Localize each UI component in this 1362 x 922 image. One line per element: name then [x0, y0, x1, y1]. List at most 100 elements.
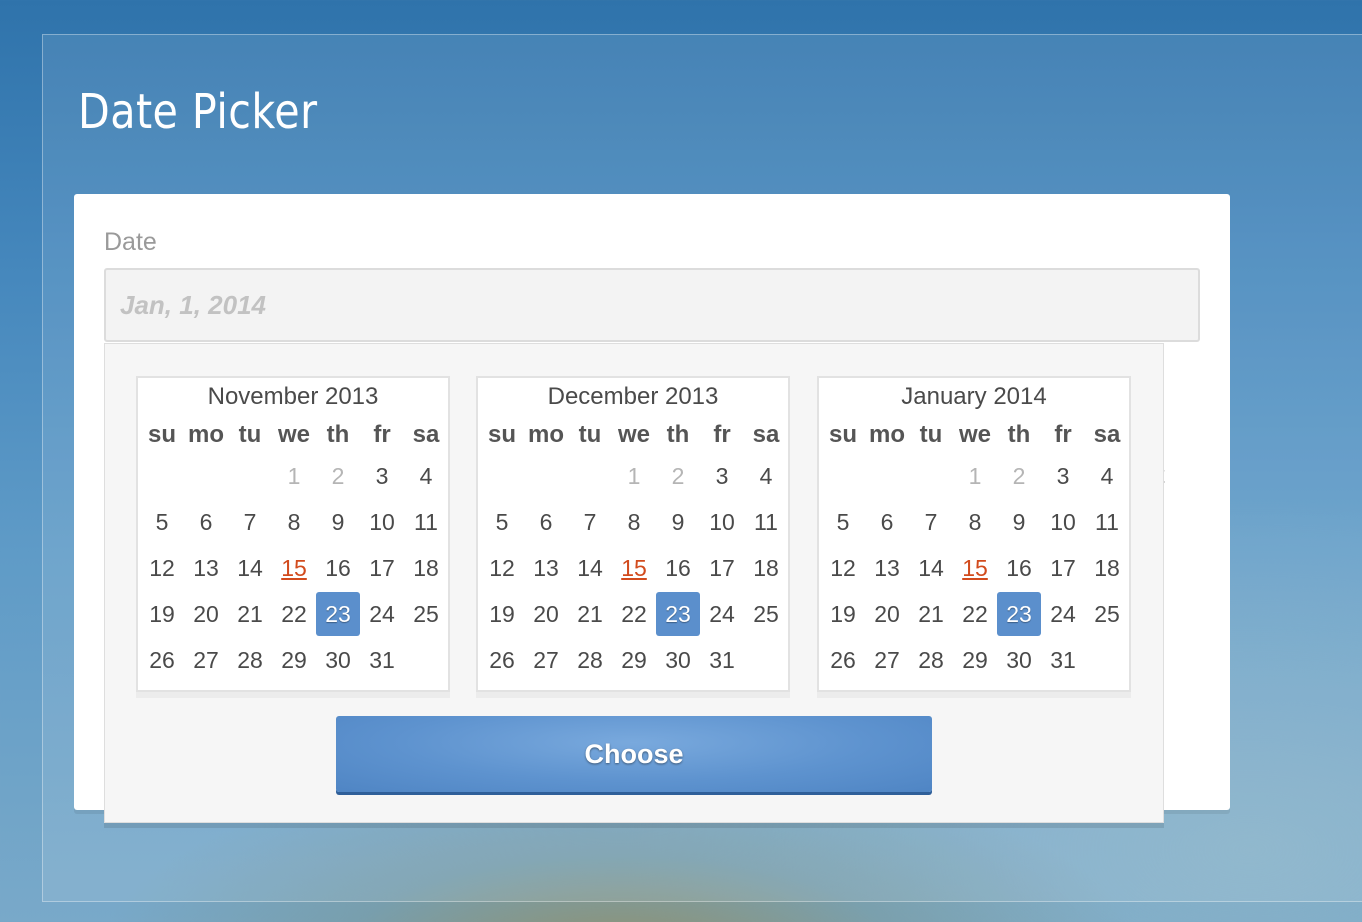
calendar-day[interactable]: 19: [140, 592, 184, 636]
calendar-day[interactable]: 16: [656, 546, 700, 590]
calendar-day[interactable]: 3: [700, 454, 744, 498]
calendar-day[interactable]: 17: [360, 546, 404, 590]
calendar-day-muted[interactable]: 1: [953, 454, 997, 498]
calendar-day[interactable]: 11: [1085, 500, 1129, 544]
calendar-day[interactable]: 22: [272, 592, 316, 636]
calendar-day[interactable]: 5: [140, 500, 184, 544]
calendar-day[interactable]: 13: [524, 546, 568, 590]
calendar-day[interactable]: 30: [997, 638, 1041, 682]
calendar-day[interactable]: 10: [360, 500, 404, 544]
calendar-day[interactable]: 22: [612, 592, 656, 636]
calendar-day[interactable]: 7: [568, 500, 612, 544]
calendar-day[interactable]: 29: [612, 638, 656, 682]
calendar-day[interactable]: 25: [1085, 592, 1129, 636]
calendar-day[interactable]: 18: [404, 546, 448, 590]
calendar-day[interactable]: 13: [184, 546, 228, 590]
calendar-day[interactable]: 18: [1085, 546, 1129, 590]
calendar-day[interactable]: 3: [1041, 454, 1085, 498]
calendar-day[interactable]: 10: [700, 500, 744, 544]
calendar-day[interactable]: 20: [524, 592, 568, 636]
calendar-day[interactable]: 19: [821, 592, 865, 636]
calendar-day[interactable]: 17: [700, 546, 744, 590]
calendar-day[interactable]: 14: [568, 546, 612, 590]
calendar-day[interactable]: 14: [228, 546, 272, 590]
calendar-day[interactable]: 21: [568, 592, 612, 636]
calendar-day-selected[interactable]: 23: [656, 592, 700, 636]
calendar-day[interactable]: 20: [184, 592, 228, 636]
date-input[interactable]: [104, 268, 1200, 342]
calendar-day[interactable]: 29: [272, 638, 316, 682]
day-number: 5: [155, 509, 169, 535]
calendar-day[interactable]: 6: [524, 500, 568, 544]
day-number: 19: [830, 601, 856, 627]
calendar-day[interactable]: 21: [228, 592, 272, 636]
day-number: 31: [369, 647, 395, 673]
weekday-label: mo: [188, 421, 224, 448]
calendar-day[interactable]: 11: [404, 500, 448, 544]
calendar-day-selected[interactable]: 23: [997, 592, 1041, 636]
calendar-day-muted[interactable]: 2: [997, 454, 1041, 498]
choose-button[interactable]: Choose: [336, 716, 932, 792]
calendar-day[interactable]: 7: [909, 500, 953, 544]
day-number: 20: [193, 601, 219, 627]
calendar-day[interactable]: 31: [700, 638, 744, 682]
calendar-day[interactable]: 12: [140, 546, 184, 590]
calendar-day[interactable]: 9: [997, 500, 1041, 544]
calendar-day[interactable]: 9: [316, 500, 360, 544]
calendar-day[interactable]: 7: [228, 500, 272, 544]
calendar-day[interactable]: 8: [953, 500, 997, 544]
calendar-day[interactable]: 30: [656, 638, 700, 682]
calendar-day[interactable]: 31: [360, 638, 404, 682]
calendar-day[interactable]: 8: [272, 500, 316, 544]
calendar-day[interactable]: 24: [700, 592, 744, 636]
calendar-day[interactable]: 16: [316, 546, 360, 590]
calendar-day[interactable]: 10: [1041, 500, 1085, 544]
calendar-day[interactable]: 27: [184, 638, 228, 682]
calendar-day[interactable]: 12: [480, 546, 524, 590]
calendar-day[interactable]: 6: [184, 500, 228, 544]
calendar-day[interactable]: 5: [821, 500, 865, 544]
calendar-day[interactable]: 12: [821, 546, 865, 590]
calendar-day[interactable]: 25: [404, 592, 448, 636]
calendar-day[interactable]: 13: [865, 546, 909, 590]
calendar-day-muted[interactable]: 1: [612, 454, 656, 498]
calendar-day[interactable]: 26: [821, 638, 865, 682]
calendar-day[interactable]: 4: [1085, 454, 1129, 498]
calendar-day[interactable]: 8: [612, 500, 656, 544]
calendar-day[interactable]: 17: [1041, 546, 1085, 590]
calendar-day-muted[interactable]: 1: [272, 454, 316, 498]
calendar-day[interactable]: 4: [404, 454, 448, 498]
calendar-day[interactable]: 14: [909, 546, 953, 590]
calendar-day[interactable]: 26: [140, 638, 184, 682]
calendar-day[interactable]: 21: [909, 592, 953, 636]
calendar-day-today[interactable]: 15: [612, 546, 656, 590]
calendar-day[interactable]: 24: [1041, 592, 1085, 636]
calendar-day[interactable]: 22: [953, 592, 997, 636]
calendar-day[interactable]: 4: [744, 454, 788, 498]
calendar-day[interactable]: 29: [953, 638, 997, 682]
calendar-day[interactable]: 24: [360, 592, 404, 636]
calendar-day[interactable]: 6: [865, 500, 909, 544]
calendar-day[interactable]: 19: [480, 592, 524, 636]
calendar-day[interactable]: 28: [228, 638, 272, 682]
calendar-day[interactable]: 31: [1041, 638, 1085, 682]
calendar-day[interactable]: 9: [656, 500, 700, 544]
calendar-day-today[interactable]: 15: [272, 546, 316, 590]
calendar-day[interactable]: 28: [568, 638, 612, 682]
calendar-day[interactable]: 27: [865, 638, 909, 682]
calendar-day[interactable]: 25: [744, 592, 788, 636]
calendar-day[interactable]: 30: [316, 638, 360, 682]
calendar-day[interactable]: 20: [865, 592, 909, 636]
calendar-day-selected[interactable]: 23: [316, 592, 360, 636]
calendar-day[interactable]: 3: [360, 454, 404, 498]
calendar-day[interactable]: 27: [524, 638, 568, 682]
calendar-day[interactable]: 16: [997, 546, 1041, 590]
calendar-day-today[interactable]: 15: [953, 546, 997, 590]
calendar-day-muted[interactable]: 2: [656, 454, 700, 498]
calendar-day-muted[interactable]: 2: [316, 454, 360, 498]
calendar-day[interactable]: 18: [744, 546, 788, 590]
calendar-day[interactable]: 26: [480, 638, 524, 682]
calendar-day[interactable]: 11: [744, 500, 788, 544]
calendar-day[interactable]: 5: [480, 500, 524, 544]
calendar-day[interactable]: 28: [909, 638, 953, 682]
